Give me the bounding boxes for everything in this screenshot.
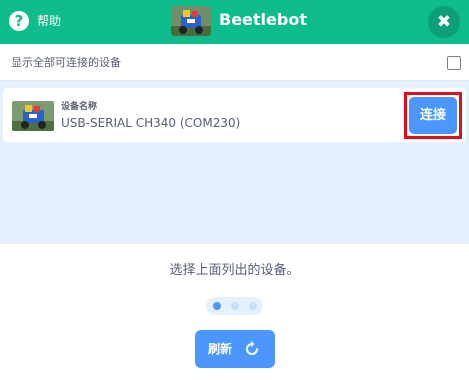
close-button[interactable]: ✖	[428, 6, 460, 38]
instruction-message: 选择上面列出的设备。	[169, 263, 300, 278]
app-title: Beetlebot	[219, 10, 307, 29]
show-all-devices-label: 显示全部可连接的设备	[11, 56, 121, 69]
help-icon[interactable]: ?	[9, 11, 29, 31]
show-all-devices-checkbox[interactable]	[447, 56, 461, 70]
device-list: 设备名称 USB-SERIAL CH340 (COM230) 连接	[0, 81, 469, 244]
help-label[interactable]: 帮助	[37, 13, 61, 29]
device-image	[12, 101, 54, 131]
device-name: USB-SERIAL CH340 (COM230)	[61, 116, 241, 130]
robot-logo	[171, 6, 211, 36]
pagination-dot	[249, 302, 257, 310]
refresh-label: 刷新	[208, 342, 233, 356]
connect-button[interactable]: 连接	[409, 97, 457, 134]
device-name-label: 设备名称	[61, 102, 98, 112]
pagination-dot	[231, 302, 239, 310]
refresh-icon	[246, 341, 258, 355]
pagination-dots	[206, 297, 263, 315]
close-icon: ✖	[436, 12, 452, 32]
header-bar: ? 帮助 Beetlebot ✖	[0, 0, 469, 44]
refresh-button[interactable]: 刷新	[195, 330, 275, 368]
show-all-devices-row: 显示全部可连接的设备	[0, 44, 469, 81]
pagination-dot	[213, 302, 221, 310]
device-card: 设备名称 USB-SERIAL CH340 (COM230) 连接	[3, 88, 466, 142]
